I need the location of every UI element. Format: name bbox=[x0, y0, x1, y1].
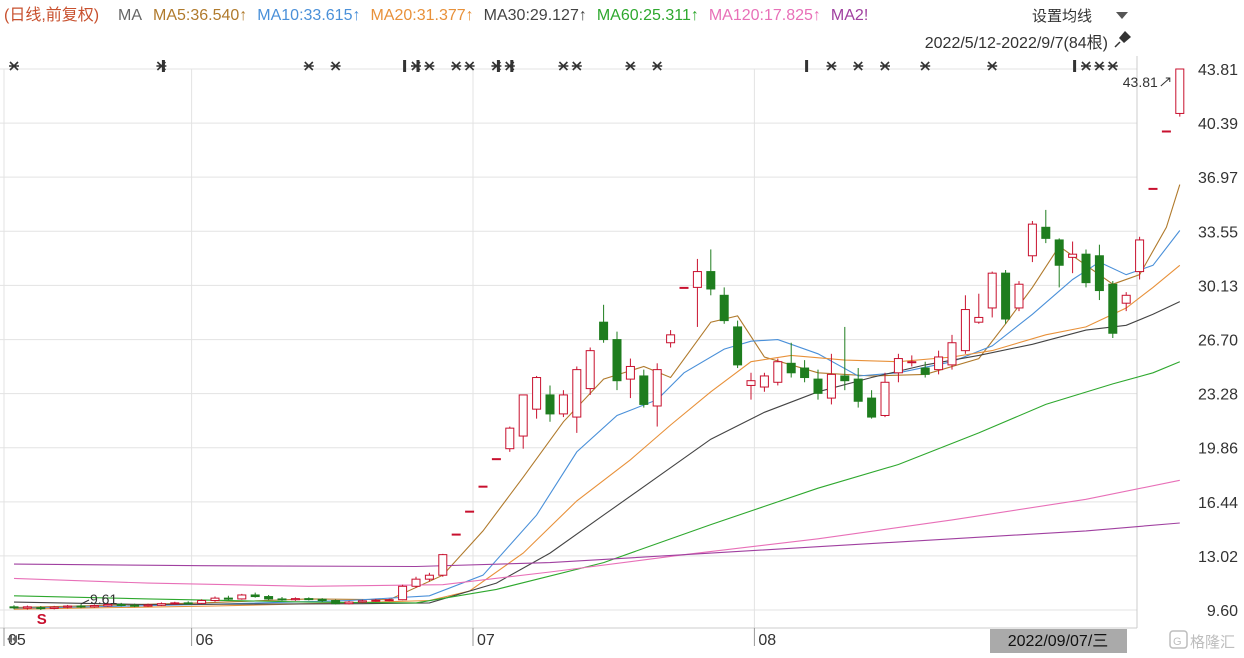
ma-legend-item: MA2! bbox=[831, 7, 868, 24]
y-tick-label: 19.86 bbox=[1198, 441, 1238, 458]
candle bbox=[1161, 130, 1171, 133]
ma-legend-item: MA20:31.377↑ bbox=[370, 7, 473, 24]
candle bbox=[398, 584, 408, 601]
candle bbox=[1081, 249, 1091, 288]
watermark-text: 格隆汇 bbox=[1190, 634, 1235, 651]
candle bbox=[331, 599, 341, 605]
candle bbox=[1175, 68, 1185, 117]
y-tick-label: 9.60 bbox=[1207, 603, 1238, 620]
candle bbox=[773, 358, 783, 386]
y-tick-label: 33.55 bbox=[1198, 224, 1238, 241]
bar-marker-icon[interactable] bbox=[161, 60, 165, 72]
chart-mode-label: (日线,前复权) bbox=[4, 6, 99, 24]
current-date-box: 2022/09/07/三 bbox=[990, 629, 1127, 653]
candle bbox=[438, 553, 448, 577]
candle bbox=[237, 593, 247, 600]
y-tick-label: 26.70 bbox=[1198, 333, 1238, 350]
candle bbox=[1001, 269, 1011, 324]
low-label: 9.61 bbox=[90, 591, 117, 607]
bar-marker-icon[interactable] bbox=[805, 60, 809, 72]
candle bbox=[478, 485, 488, 488]
candlestick-chart: (日线,前复权) MA MA5:36.540↑ MA10:33.615↑ MA20:… bbox=[0, 0, 1244, 653]
candle bbox=[1027, 220, 1037, 263]
candle bbox=[491, 458, 501, 461]
y-tick-label: 16.44 bbox=[1198, 495, 1238, 512]
y-tick-label: 30.13 bbox=[1198, 278, 1238, 295]
ma-legend-item: MA60:25.311↑ bbox=[597, 7, 699, 24]
high-label: 43.81 bbox=[1123, 74, 1158, 90]
current-date-label: 2022/09/07/三 bbox=[1008, 633, 1109, 650]
y-tick-label: 43.81 bbox=[1198, 62, 1238, 79]
candle bbox=[585, 347, 595, 395]
y-tick-label: 13.02 bbox=[1198, 549, 1238, 566]
ma-legend-item: MA10:33.615↑ bbox=[257, 7, 360, 24]
bar-marker-icon[interactable] bbox=[416, 60, 420, 72]
candle bbox=[679, 286, 689, 289]
x-tick-label: 08 bbox=[758, 632, 776, 649]
settings-ma-button[interactable]: 设置均线 bbox=[1028, 4, 1142, 26]
ma-legend-item: MA30:29.127↑ bbox=[484, 7, 587, 24]
bar-marker-icon[interactable] bbox=[1073, 60, 1077, 72]
ma-legend: (日线,前复权) MA MA5:36.540↑ MA10:33.615↑ MA20:… bbox=[4, 6, 868, 24]
ma-label: MA bbox=[118, 7, 142, 24]
candle bbox=[1014, 281, 1024, 312]
candle bbox=[733, 320, 743, 369]
sell-marker[interactable]: S bbox=[37, 611, 47, 628]
bar-marker-icon[interactable] bbox=[403, 60, 407, 72]
y-tick-label: 23.28 bbox=[1198, 387, 1238, 404]
stock-chart: (日线,前复权) MA MA5:36.540↑ MA10:33.615↑ MA20:… bbox=[0, 0, 1244, 653]
candle bbox=[451, 533, 461, 536]
settings-ma-label: 设置均线 bbox=[1032, 8, 1092, 25]
candle bbox=[505, 426, 515, 452]
ma-legend-item: MA120:17.825↑ bbox=[709, 7, 821, 24]
ma-legend-item: MA5:36.540↑ bbox=[153, 7, 247, 24]
y-tick-label: 40.39 bbox=[1198, 116, 1238, 133]
candle bbox=[1148, 187, 1158, 190]
date-range-label: 2022/5/12-2022/9/7(84根) bbox=[925, 34, 1108, 52]
x-tick-label: 07 bbox=[477, 632, 495, 649]
x-tick-label: 06 bbox=[196, 632, 214, 649]
candle bbox=[465, 510, 475, 513]
y-tick-label: 36.97 bbox=[1198, 170, 1238, 187]
candle bbox=[1108, 281, 1118, 338]
bar-marker-icon[interactable] bbox=[510, 60, 514, 72]
bar-marker-icon[interactable] bbox=[496, 60, 500, 72]
svg-text:G: G bbox=[1173, 636, 1182, 648]
